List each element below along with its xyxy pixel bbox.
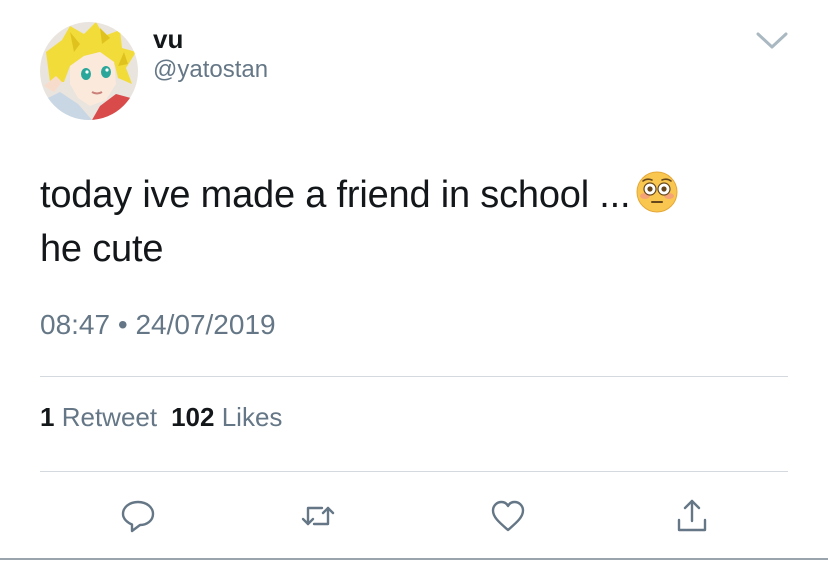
timestamp-separator: • — [117, 309, 128, 340]
like-button[interactable] — [488, 496, 528, 536]
avatar[interactable] — [40, 22, 138, 120]
likes-stat[interactable]: 102 Likes — [171, 402, 282, 432]
divider — [40, 471, 788, 472]
engagement-stats: 1 Retweet 102 Likes — [40, 400, 282, 434]
retweets-label: Retweet — [61, 402, 158, 432]
divider — [40, 376, 788, 377]
handle[interactable]: @yatostan — [153, 56, 268, 84]
tweet-text-line-2: he cute — [40, 228, 164, 270]
share-icon — [677, 499, 707, 532]
reply-icon — [121, 500, 155, 533]
tweet-text-content: today ive made a friend in school ... — [40, 174, 631, 216]
tweet-text: today ive made a friend in school ... he… — [40, 168, 800, 276]
bottom-border — [0, 558, 828, 560]
flushed-face-emoji-icon — [636, 171, 678, 213]
likes-label: Likes — [221, 402, 283, 432]
heart-icon — [491, 500, 525, 532]
chevron-down-icon[interactable] — [752, 26, 792, 54]
timestamp[interactable]: 08:47 • 24/07/2019 — [40, 308, 276, 342]
retweet-icon — [301, 506, 335, 526]
tweet-time: 08:47 — [40, 309, 111, 340]
display-name[interactable]: vu — [153, 24, 183, 54]
tweet-text-line-1: today ive made a friend in school ... — [40, 168, 800, 222]
retweets-stat[interactable]: 1 Retweet — [40, 402, 157, 432]
reply-button[interactable] — [118, 496, 158, 536]
share-button[interactable] — [672, 496, 712, 536]
tweet-date: 24/07/2019 — [135, 309, 276, 340]
anime-character-avatar-image — [40, 22, 138, 120]
retweets-count: 1 — [40, 402, 55, 432]
retweet-button[interactable] — [298, 496, 338, 536]
likes-count: 102 — [171, 402, 215, 432]
